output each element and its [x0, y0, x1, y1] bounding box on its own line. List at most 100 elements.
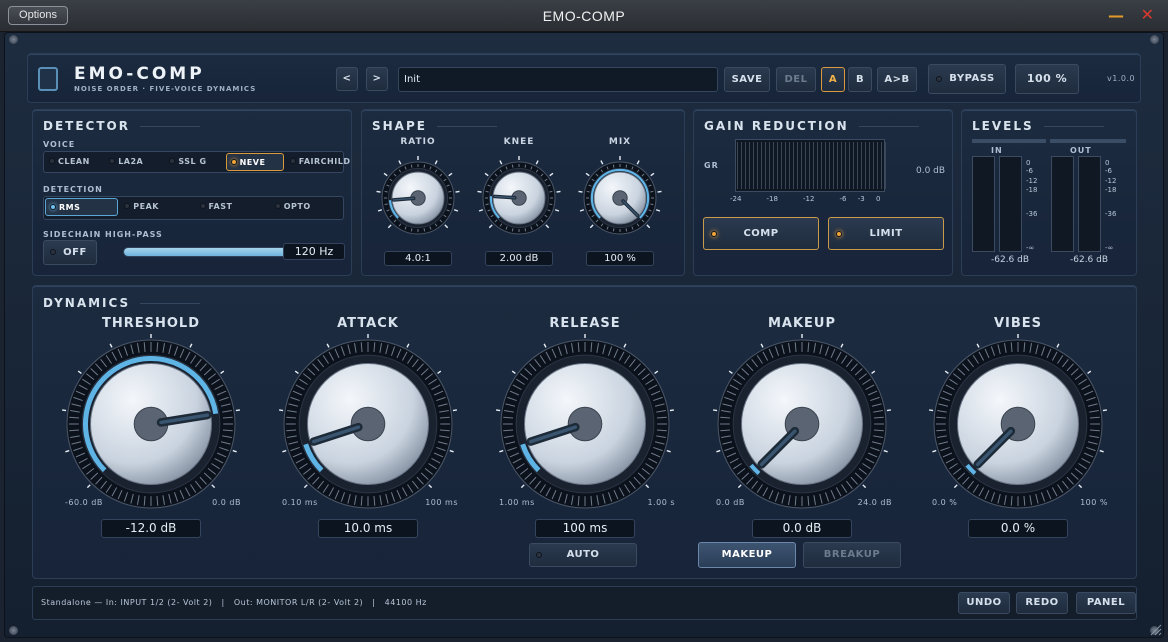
option-fairchild[interactable]: FAIRCHILD: [286, 153, 350, 171]
limit-label: LIMIT: [869, 228, 903, 239]
knob-makeup[interactable]: [708, 330, 896, 518]
option-peak[interactable]: PEAK: [120, 198, 193, 216]
knob-value-attack[interactable]: 10.0 ms: [318, 519, 418, 538]
knob-value-release[interactable]: 100 ms: [535, 519, 635, 538]
next-preset-button[interactable]: >: [366, 67, 388, 91]
option-la2a[interactable]: LA2A: [105, 153, 163, 171]
makeup-mode-button[interactable]: MAKEUP: [698, 542, 796, 568]
gr-meter-segment: [749, 142, 750, 189]
level-tick-label: -12: [1026, 176, 1038, 185]
option-label: FAST: [208, 202, 233, 211]
delete-button[interactable]: DEL: [776, 67, 816, 92]
knob-attack[interactable]: [274, 330, 462, 518]
sidechain-toggle[interactable]: OFF: [43, 240, 97, 265]
gr-meter-segment: [833, 142, 834, 189]
level-tick-label: 0: [1105, 158, 1110, 167]
knob-mix[interactable]: [574, 152, 666, 244]
knob-value-makeup[interactable]: 0.0 dB: [752, 519, 852, 538]
close-icon[interactable]: ✕: [1141, 5, 1154, 24]
option-led-icon: [169, 158, 176, 164]
option-led-icon: [109, 158, 116, 164]
out-meter-right: [1078, 156, 1101, 252]
knob-vibes[interactable]: [924, 330, 1112, 518]
knob-release[interactable]: [491, 330, 679, 518]
option-ssl-g[interactable]: SSL G: [165, 153, 223, 171]
knob-label-vibes: VIBES: [993, 316, 1043, 331]
plugin-frame: EMO-COMP NOISE ORDER · FIVE-VOICE DYNAMI…: [4, 32, 1164, 638]
option-neve[interactable]: NEVE: [225, 153, 284, 171]
gr-meter-segment: [821, 142, 822, 189]
detection-label: DETECTION: [43, 185, 103, 194]
undo-button[interactable]: UNDO: [958, 592, 1010, 614]
preset-name-field[interactable]: Init: [398, 67, 718, 92]
knob-knee[interactable]: [473, 152, 565, 244]
auto-label: AUTO: [566, 549, 600, 560]
level-tick-label: -6: [1105, 167, 1112, 176]
ab-slot-b-button[interactable]: B: [848, 67, 872, 92]
minimize-icon[interactable]: —: [1108, 6, 1124, 25]
option-label: FAIRCHILD: [298, 157, 351, 166]
option-led-icon: [49, 158, 55, 164]
option-fast[interactable]: FAST: [196, 198, 269, 216]
save-button[interactable]: SAVE: [724, 67, 770, 92]
copy-a-to-b-button[interactable]: A>B: [877, 67, 917, 92]
knob-label-ratio: RATIO: [400, 137, 436, 147]
gr-meter-segment: [857, 142, 858, 189]
ab-slot-a-button[interactable]: A: [821, 67, 845, 92]
sidechain-slider-fill: [124, 248, 295, 256]
gr-meter-segment: [781, 142, 782, 189]
option-label: CLEAN: [58, 157, 90, 166]
option-rms[interactable]: RMS: [45, 198, 119, 216]
level-tick-label: -∞: [1105, 244, 1114, 253]
limit-button[interactable]: LIMIT: [828, 217, 944, 250]
option-led-icon: [199, 203, 206, 209]
redo-button[interactable]: REDO: [1016, 592, 1068, 614]
knob-value-threshold[interactable]: -12.0 dB: [101, 519, 201, 538]
knob-threshold[interactable]: [57, 330, 245, 518]
panel-button[interactable]: PANEL: [1076, 592, 1136, 614]
gr-tick-label: -18: [766, 195, 778, 203]
knob-value-vibes[interactable]: 0.0 %: [968, 519, 1068, 538]
range-max-threshold: 0.0 dB: [212, 498, 241, 507]
level-tick-label: -18: [1105, 185, 1117, 194]
title-bar: Options EMO-COMP — ✕: [0, 0, 1168, 32]
detection-selector: RMS PEAK FAST OPTO: [43, 196, 344, 220]
breakup-mode-button[interactable]: BREAKUP: [803, 542, 901, 568]
gr-label: GR: [704, 161, 719, 170]
knob-value-ratio[interactable]: 4.0:1: [384, 251, 452, 266]
out-peak-bar: [1050, 139, 1126, 143]
voice-label: VOICE: [43, 140, 76, 149]
resize-handle-icon[interactable]: [1149, 623, 1162, 636]
zoom-button[interactable]: 100 %: [1015, 64, 1079, 94]
limit-led-icon: [836, 231, 842, 237]
in-label: IN: [991, 146, 1003, 155]
screw-icon: [9, 35, 18, 44]
knob-ratio[interactable]: [372, 152, 464, 244]
level-tick-label: -6: [1026, 167, 1033, 176]
gr-meter-segment: [841, 142, 842, 189]
option-clean[interactable]: CLEAN: [45, 153, 103, 171]
gr-meter-segment: [861, 142, 862, 189]
out-scale: 0 -6 -12 -18 -36 -∞: [1105, 156, 1125, 252]
sidechain-toggle-label: OFF: [63, 247, 87, 258]
range-max-vibes: 100 %: [1080, 498, 1108, 507]
knob-value-knee[interactable]: 2.00 dB: [485, 251, 553, 266]
prev-preset-button[interactable]: <: [336, 67, 358, 91]
levels-panel: LEVELS IN OUT 0 -6 -12 -18 -36 -∞ 0 -6 -12 -18 -3…: [961, 109, 1137, 276]
comp-button[interactable]: COMP: [703, 217, 819, 250]
option-opto[interactable]: OPTO: [271, 198, 344, 216]
gr-meter-segment: [793, 142, 794, 189]
auto-release-button[interactable]: AUTO: [529, 543, 637, 567]
bypass-button[interactable]: BYPASS: [928, 64, 1006, 94]
option-label: LA2A: [118, 157, 144, 166]
sidechain-value[interactable]: 120 Hz: [283, 243, 345, 260]
gr-meter-segment: [873, 142, 874, 189]
power-icon[interactable]: [38, 67, 58, 91]
option-led-icon: [289, 158, 296, 164]
knob-value-mix[interactable]: 100 %: [586, 251, 654, 266]
gain-reduction-meter: [735, 139, 886, 192]
dynamics-title: DYNAMICS: [43, 296, 201, 310]
gr-meter-segment: [885, 142, 886, 189]
option-label: PEAK: [133, 202, 159, 211]
gr-tick-label: -24: [730, 195, 742, 203]
